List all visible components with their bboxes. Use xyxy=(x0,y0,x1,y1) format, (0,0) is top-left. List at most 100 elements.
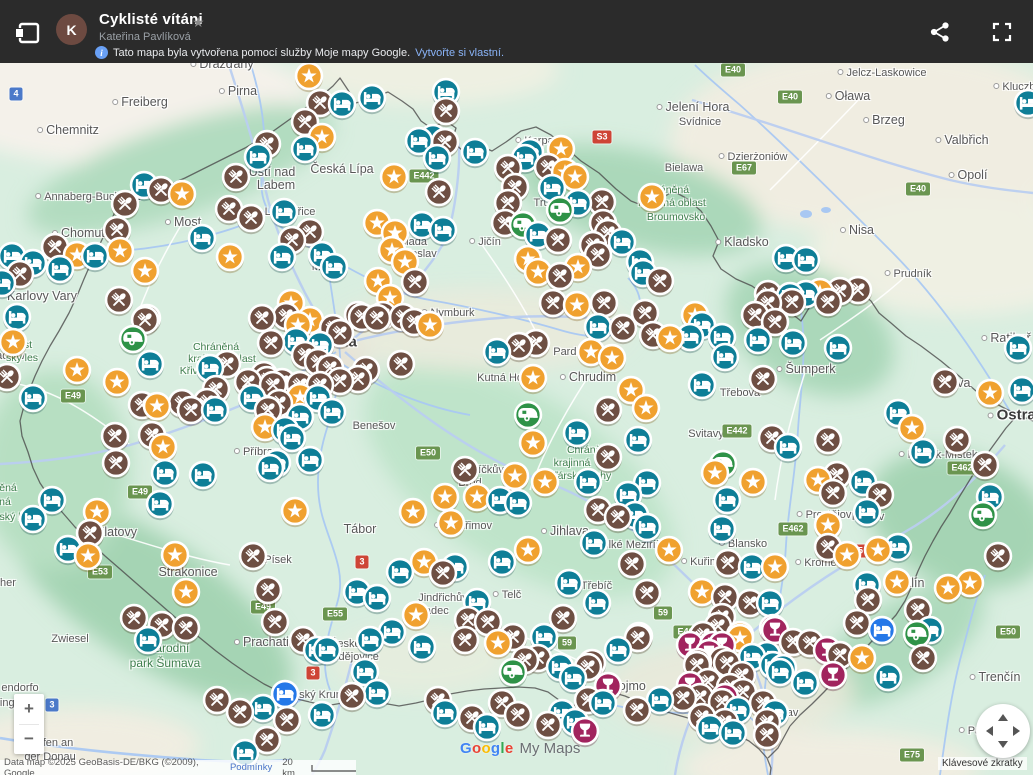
marker-attraction[interactable] xyxy=(632,395,660,424)
marker-lodging[interactable] xyxy=(270,199,298,228)
marker-restaurant[interactable] xyxy=(226,699,254,728)
marker-lodging[interactable] xyxy=(824,335,852,364)
marker-restaurant[interactable] xyxy=(338,683,366,712)
marker-lodging-highlight[interactable] xyxy=(868,617,896,646)
marker-attraction[interactable] xyxy=(514,537,542,566)
marker-attraction[interactable] xyxy=(848,645,876,674)
marker-lodging[interactable] xyxy=(244,144,272,173)
marker-lodging[interactable] xyxy=(318,399,346,428)
favorite-star-icon[interactable]: ★ xyxy=(192,14,205,31)
marker-lodging[interactable] xyxy=(774,434,802,463)
marker-lodging[interactable] xyxy=(909,439,937,468)
marker-attraction[interactable] xyxy=(161,542,189,571)
marker-attraction[interactable] xyxy=(0,329,27,358)
marker-lodging[interactable] xyxy=(1014,90,1033,119)
marker-attraction[interactable] xyxy=(656,325,684,354)
marker-restaurant[interactable] xyxy=(425,179,453,208)
marker-lodging[interactable] xyxy=(555,570,583,599)
marker-attraction[interactable] xyxy=(563,292,591,321)
marker-restaurant[interactable] xyxy=(749,366,777,395)
marker-restaurant[interactable] xyxy=(504,702,532,731)
terms-link[interactable]: Podmínky xyxy=(230,762,272,773)
marker-attraction[interactable] xyxy=(168,181,196,210)
marker-restaurant[interactable] xyxy=(387,351,415,380)
marker-lodging[interactable] xyxy=(719,720,747,749)
marker-lodging[interactable] xyxy=(268,244,296,273)
marker-attraction[interactable] xyxy=(934,575,962,604)
keyboard-shortcuts-link[interactable]: Klávesové zkratky xyxy=(938,757,1027,770)
marker-lodging[interactable] xyxy=(201,397,229,426)
zoom-out-button[interactable]: − xyxy=(14,725,44,755)
marker-lodging[interactable] xyxy=(792,247,820,276)
marker-attraction[interactable] xyxy=(149,434,177,463)
marker-attraction[interactable] xyxy=(103,369,131,398)
marker-lodging[interactable] xyxy=(604,637,632,666)
marker-restaurant[interactable] xyxy=(546,263,574,292)
marker-restaurant[interactable] xyxy=(604,504,632,533)
marker-restaurant[interactable] xyxy=(429,560,457,589)
marker-restaurant[interactable] xyxy=(239,543,267,572)
marker-restaurant[interactable] xyxy=(843,610,871,639)
marker-restaurant[interactable] xyxy=(401,269,429,298)
marker-restaurant[interactable] xyxy=(261,609,289,638)
marker-lodging[interactable] xyxy=(308,702,336,731)
marker-lodging[interactable] xyxy=(504,490,532,519)
marker-attraction[interactable] xyxy=(416,312,444,341)
marker-attraction[interactable] xyxy=(437,510,465,539)
marker-lodging[interactable] xyxy=(356,627,384,656)
marker-attraction[interactable] xyxy=(833,542,861,571)
marker-restaurant[interactable] xyxy=(984,543,1012,572)
marker-attraction[interactable] xyxy=(531,469,559,498)
marker-restaurant[interactable] xyxy=(623,697,651,726)
marker-lodging[interactable] xyxy=(1008,377,1033,406)
marker-restaurant[interactable] xyxy=(111,191,139,220)
marker-attraction[interactable] xyxy=(976,380,1004,409)
marker-lodging[interactable] xyxy=(563,420,591,449)
marker-restaurant[interactable] xyxy=(909,645,937,674)
marker-restaurant[interactable] xyxy=(237,205,265,234)
marker-attraction[interactable] xyxy=(701,460,729,489)
marker-lodging[interactable] xyxy=(713,487,741,516)
marker-lodging[interactable] xyxy=(633,514,661,543)
marker-lodging[interactable] xyxy=(320,254,348,283)
marker-lodging[interactable] xyxy=(136,351,164,380)
marker-lodging[interactable] xyxy=(363,585,391,614)
marker-lodging[interactable] xyxy=(189,462,217,491)
marker-attraction[interactable] xyxy=(883,569,911,598)
marker-camping[interactable] xyxy=(119,326,147,355)
marker-lodging[interactable] xyxy=(853,499,881,528)
marker-attraction[interactable] xyxy=(598,345,626,374)
marker-attraction[interactable] xyxy=(172,579,200,608)
marker-lodging[interactable] xyxy=(296,447,324,476)
marker-lodging[interactable] xyxy=(313,637,341,666)
marker-camping[interactable] xyxy=(514,402,542,431)
marker-lodging[interactable] xyxy=(1004,335,1032,364)
marker-restaurant[interactable] xyxy=(971,452,999,481)
marker-lodging[interactable] xyxy=(574,469,602,498)
marker-lodging[interactable] xyxy=(386,559,414,588)
marker-lodging[interactable] xyxy=(19,385,47,414)
marker-attraction[interactable] xyxy=(380,164,408,193)
marker-lodging[interactable] xyxy=(473,714,501,743)
pan-control[interactable] xyxy=(976,704,1030,758)
marker-restaurant[interactable] xyxy=(451,457,479,486)
share-icon[interactable] xyxy=(929,21,951,43)
marker-lodging[interactable] xyxy=(791,670,819,699)
marker-lodging[interactable] xyxy=(624,427,652,456)
marker-attraction[interactable] xyxy=(484,630,512,659)
marker-lodging[interactable] xyxy=(779,330,807,359)
marker-lodging[interactable] xyxy=(358,85,386,114)
marker-restaurant[interactable] xyxy=(814,427,842,456)
marker-attraction[interactable] xyxy=(739,469,767,498)
marker-lodging[interactable] xyxy=(408,634,436,663)
marker-attraction[interactable] xyxy=(295,63,323,92)
marker-lodging[interactable] xyxy=(423,145,451,174)
marker-restaurant[interactable] xyxy=(594,397,622,426)
marker-lodging[interactable] xyxy=(708,516,736,545)
marker-lodging[interactable] xyxy=(256,455,284,484)
marker-restaurant[interactable] xyxy=(172,615,200,644)
marker-lodging[interactable] xyxy=(431,700,459,729)
marker-restaurant[interactable] xyxy=(931,369,959,398)
marker-restaurant[interactable] xyxy=(943,427,971,456)
marker-winery[interactable] xyxy=(819,662,847,691)
